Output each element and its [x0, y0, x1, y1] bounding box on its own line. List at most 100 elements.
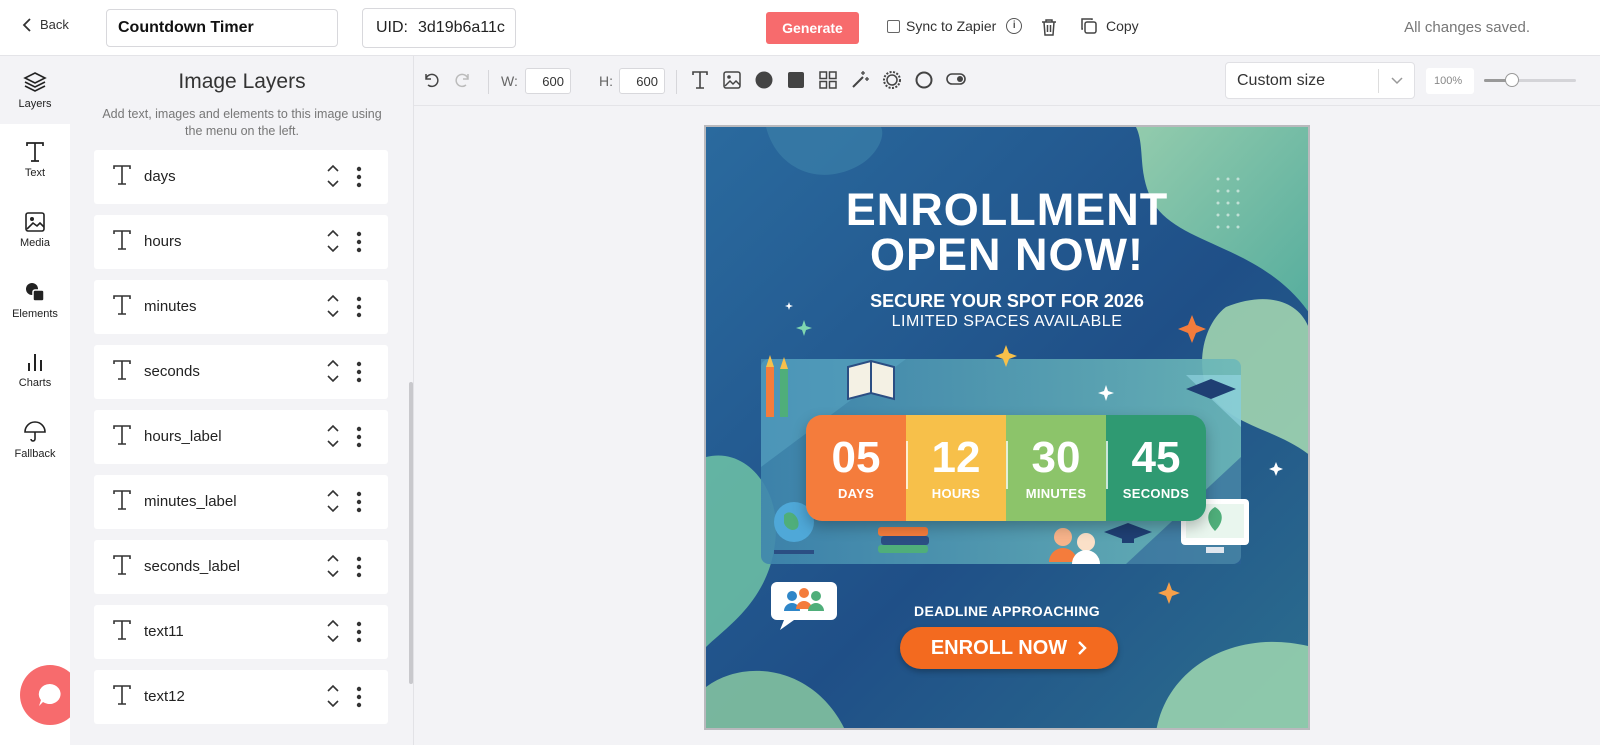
canvas-size-select[interactable]: Custom size	[1225, 62, 1415, 99]
rail-label: Charts	[18, 377, 52, 389]
zoom-slider-track[interactable]	[1484, 79, 1576, 82]
ring-icon[interactable]	[914, 70, 934, 90]
sync-checkbox[interactable]	[887, 19, 900, 33]
back-button[interactable]: Back	[22, 17, 69, 32]
add-circle-icon[interactable]	[754, 70, 774, 90]
height-label: H:	[599, 73, 613, 89]
text-layer-icon	[113, 165, 131, 185]
layer-name: text11	[144, 623, 184, 640]
countdown-cell-days: 05 DAYS	[806, 415, 906, 521]
rail-item-elements[interactable]: Elements	[0, 266, 70, 334]
more-options-icon[interactable]	[356, 231, 362, 253]
toolbar-divider	[676, 70, 677, 94]
more-options-icon[interactable]	[356, 686, 362, 708]
text-layer-icon	[113, 425, 131, 445]
layer-item[interactable]: text11	[94, 605, 388, 659]
layer-item[interactable]: seconds_label	[94, 540, 388, 594]
more-options-icon[interactable]	[356, 296, 362, 318]
image-icon	[25, 212, 45, 232]
layer-item[interactable]: minutes	[94, 280, 388, 334]
sync-to-zapier-toggle[interactable]: Sync to Zapier i	[887, 18, 1023, 34]
sync-label: Sync to Zapier	[906, 18, 997, 34]
reorder-icon[interactable]	[326, 228, 340, 254]
reorder-icon[interactable]	[326, 163, 340, 189]
enroll-now-button: ENROLL NOW	[900, 627, 1118, 669]
text-layer-icon	[113, 295, 131, 315]
redo-icon[interactable]	[454, 71, 472, 89]
rail-item-fallback[interactable]: Fallback	[0, 406, 70, 474]
uid-field[interactable]: UID: 3d19b6a11c	[362, 8, 516, 48]
text-layer-icon	[113, 555, 131, 575]
rail-item-charts[interactable]: Charts	[0, 336, 70, 404]
more-options-icon[interactable]	[356, 621, 362, 643]
countdown-label: MINUTES	[1025, 486, 1087, 501]
undo-icon[interactable]	[422, 71, 440, 89]
magic-wand-icon[interactable]	[850, 70, 870, 90]
panel-subtitle: Add text, images and elements to this im…	[102, 107, 382, 138]
grid-icon[interactable]	[818, 70, 838, 90]
layer-name: minutes_label	[144, 493, 237, 510]
generate-button[interactable]: Generate	[766, 12, 859, 44]
canvas-image[interactable]: ENROLLMENT OPEN NOW! SECURE YOUR SPOT FO…	[704, 125, 1310, 730]
size-select-value: Custom size	[1237, 71, 1326, 89]
countdown-value: 30	[1031, 433, 1081, 482]
info-icon[interactable]: i	[1006, 18, 1023, 34]
text-layer-icon	[113, 620, 131, 640]
layer-item[interactable]: minutes_label	[94, 475, 388, 529]
layer-name: text12	[144, 688, 185, 705]
add-image-icon[interactable]	[722, 70, 742, 90]
reorder-icon[interactable]	[326, 683, 340, 709]
toggle-icon[interactable]	[946, 72, 966, 86]
countdown-cell-minutes: 30 MINUTES	[1006, 415, 1106, 521]
add-rectangle-icon[interactable]	[786, 70, 806, 90]
dotted-circle-icon[interactable]	[882, 70, 902, 90]
rail-item-layers[interactable]: Layers	[0, 56, 70, 124]
more-options-icon[interactable]	[356, 491, 362, 513]
rail-label: Text	[24, 167, 46, 179]
add-text-icon[interactable]	[690, 70, 710, 90]
text-icon	[26, 142, 44, 162]
more-options-icon[interactable]	[356, 166, 362, 188]
rail-item-media[interactable]: Media	[0, 196, 70, 264]
zoom-value: 100%	[1426, 68, 1474, 94]
copy-icon	[1081, 18, 1097, 34]
layer-item[interactable]: text12	[94, 670, 388, 724]
enroll-label: ENROLL NOW	[930, 636, 1068, 659]
reorder-icon[interactable]	[326, 488, 340, 514]
countdown-value: 45	[1131, 433, 1181, 482]
shapes-icon	[26, 283, 45, 302]
layer-item[interactable]: hours	[94, 215, 388, 269]
layer-name: minutes	[144, 298, 197, 315]
layers-icon	[23, 72, 47, 92]
reorder-icon[interactable]	[326, 553, 340, 579]
template-title-input[interactable]	[106, 9, 338, 47]
deadline-text: DEADLINE APPROACHING	[914, 603, 1100, 619]
rail-item-text[interactable]: Text	[0, 126, 70, 194]
layer-item[interactable]: seconds	[94, 345, 388, 399]
left-tool-rail: Layers Text Media Elements Charts Fallba…	[0, 56, 70, 745]
countdown-label: SECONDS	[1122, 486, 1190, 501]
more-options-icon[interactable]	[356, 361, 362, 383]
uid-value: 3d19b6a11c	[418, 19, 505, 36]
trash-icon[interactable]	[1041, 18, 1057, 36]
reorder-icon[interactable]	[326, 293, 340, 319]
height-input[interactable]	[619, 68, 665, 94]
layer-item[interactable]: hours_label	[94, 410, 388, 464]
layer-item[interactable]: days	[94, 150, 388, 204]
more-options-icon[interactable]	[356, 426, 362, 448]
chevron-left-icon	[22, 17, 31, 32]
countdown-label: HOURS	[931, 486, 981, 501]
more-options-icon[interactable]	[356, 556, 362, 578]
reorder-icon[interactable]	[326, 423, 340, 449]
reorder-icon[interactable]	[326, 358, 340, 384]
top-bar: Back UID: 3d19b6a11c Generate Sync to Za…	[0, 0, 1600, 56]
reorder-icon[interactable]	[326, 618, 340, 644]
toolbar-divider	[488, 70, 489, 94]
layer-name: days	[144, 168, 176, 185]
layer-name: seconds_label	[144, 558, 240, 575]
copy-button[interactable]: Copy	[1080, 17, 1139, 35]
panel-scrollbar[interactable]	[409, 382, 413, 684]
width-input[interactable]	[525, 68, 571, 94]
layer-name: seconds	[144, 363, 200, 380]
zoom-slider-handle[interactable]	[1504, 73, 1519, 87]
